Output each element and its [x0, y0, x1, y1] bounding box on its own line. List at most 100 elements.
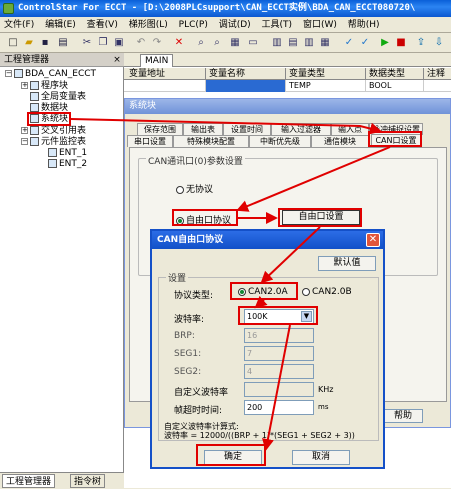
paste-icon[interactable]: ▣ [112, 36, 126, 50]
menu-debug[interactable]: 调试(D) [215, 17, 255, 33]
redo-icon[interactable]: ↷ [150, 36, 164, 50]
new-file-icon[interactable]: □ [6, 36, 20, 50]
ladder-view-icon[interactable]: ▥ [270, 36, 284, 50]
custom-baud-input [244, 382, 314, 397]
tree-root[interactable]: − BDA_CAN_ECCT [5, 69, 96, 80]
chevron-down-icon[interactable]: ▼ [301, 311, 312, 322]
bookmark-icon[interactable]: ▭ [246, 36, 260, 50]
tab-input-filter[interactable]: 输入过滤器 [271, 123, 331, 135]
table-row[interactable]: TEMP BOOL [124, 80, 451, 92]
menu-edit[interactable]: 编辑(E) [41, 17, 80, 33]
download-icon[interactable]: ⇩ [432, 36, 446, 50]
upload-icon[interactable]: ⇪ [414, 36, 428, 50]
tab-input-point[interactable]: 输入点 [331, 123, 369, 135]
seg2-input: 4 [244, 364, 314, 379]
expand-icon[interactable]: + [21, 82, 28, 89]
can-port-group-label: CAN通讯口(0)参数设置 [146, 154, 245, 167]
cell-address[interactable] [126, 80, 206, 92]
replace-icon[interactable]: ⌕ [210, 36, 224, 50]
radio-label: 自由口协议 [186, 216, 232, 226]
radio-selected-icon [176, 216, 184, 225]
panel-tabs: 工程管理器 指令树 [0, 472, 124, 488]
tab-label: 工程管理器 [6, 477, 52, 487]
baud-rate-select[interactable]: 100K ▼ [244, 309, 314, 324]
copy-icon[interactable]: ❐ [96, 36, 110, 50]
project-panel-header: 工程管理器 × [0, 53, 124, 67]
monitor-icon [30, 137, 39, 146]
tab-label: 串口设置 [134, 137, 166, 146]
close-icon[interactable]: ✕ [366, 233, 380, 247]
tree-item-ent1[interactable]: ENT_1 [48, 148, 87, 159]
tree-item-label: 系统块 [41, 114, 69, 124]
monitor-table-icon [48, 148, 57, 157]
tree-item-data-block[interactable]: 数据块 [30, 103, 68, 114]
goto-icon[interactable]: ▦ [228, 36, 242, 50]
cell-data-type[interactable]: BOOL [366, 80, 424, 92]
tree-item-ent2[interactable]: ENT_2 [48, 159, 87, 170]
free-port-settings-button[interactable]: 自由口设置 [282, 210, 360, 225]
tree-item-label: ENT_1 [59, 148, 88, 158]
menu-view[interactable]: 查看(V) [83, 17, 122, 33]
cell-name[interactable] [206, 80, 286, 92]
stl-view-icon[interactable]: ▤ [286, 36, 300, 50]
ok-button[interactable]: 确定 [204, 450, 262, 465]
radio-label: CAN2.0A [248, 287, 288, 297]
cancel-button[interactable]: 取消 [292, 450, 350, 465]
compile-icon[interactable]: ✓ [342, 36, 356, 50]
can-dialog-title: CAN自由口协议 [152, 231, 383, 249]
frame-timeout-input[interactable]: 200 [244, 400, 314, 415]
fbd-view-icon[interactable]: ▥ [302, 36, 316, 50]
menu-plc[interactable]: PLC(P) [175, 17, 212, 33]
tab-special-module[interactable]: 特殊模块配置 [173, 135, 249, 147]
tree-item-program-block[interactable]: + 程序块 [21, 81, 68, 92]
tab-output-table[interactable]: 输出表 [183, 123, 223, 135]
save-icon[interactable]: ▪ [38, 36, 52, 50]
find-icon[interactable]: ⌕ [194, 36, 208, 50]
tree-item-global-vars[interactable]: 全局变量表 [30, 92, 86, 103]
tab-label: 输出表 [191, 125, 215, 134]
tab-can-settings[interactable]: CAN口设置 [371, 134, 421, 147]
tab-save-range[interactable]: 保存范围 [137, 123, 183, 135]
tab-project-manager[interactable]: 工程管理器 [2, 474, 56, 488]
menu-ladder[interactable]: 梯形图(L) [125, 17, 172, 33]
tab-serial-settings[interactable]: 串口设置 [127, 135, 173, 147]
default-values-button[interactable]: 默认值 [318, 256, 376, 271]
tab-interrupt-priority[interactable]: 中断优先级 [249, 135, 311, 147]
menu-file[interactable]: 文件(F) [0, 17, 38, 33]
free-port-radio[interactable]: 自由口协议 [176, 213, 231, 226]
menu-tools[interactable]: 工具(T) [258, 17, 297, 33]
tab-label: 保存范围 [144, 125, 176, 134]
cell-var-type[interactable]: TEMP [286, 80, 366, 92]
tree-item-system-block[interactable]: 系统块 [30, 114, 68, 125]
collapse-icon[interactable]: − [5, 70, 12, 77]
table-view-icon[interactable]: ▦ [318, 36, 332, 50]
stop-icon[interactable]: ■ [394, 36, 408, 50]
frame-timeout-label: 帧超时时间: [174, 406, 223, 416]
cut-icon[interactable]: ✂ [80, 36, 94, 50]
open-folder-icon[interactable]: ▰ [22, 36, 36, 50]
can20b-radio[interactable]: CAN2.0B [302, 287, 352, 297]
delete-icon[interactable]: ✕ [172, 36, 186, 50]
close-icon[interactable]: × [112, 55, 122, 65]
run-icon[interactable]: ▶ [378, 36, 392, 50]
print-icon[interactable]: ▤ [56, 36, 70, 50]
tree-item-monitor-table[interactable]: − 元件监控表 [21, 137, 86, 148]
tab-set-time[interactable]: 设置时间 [223, 123, 271, 135]
tab-label: 输入点 [338, 125, 362, 134]
can20a-radio[interactable]: CAN2.0A [238, 287, 288, 297]
menu-help[interactable]: 帮助(H) [344, 17, 384, 33]
tree-item-cross-ref[interactable]: + 交叉引用表 [21, 126, 86, 137]
help-button[interactable]: 帮助 [383, 409, 423, 423]
tab-comm-module[interactable]: 通信模块 [311, 135, 369, 147]
expand-icon[interactable]: + [21, 127, 28, 134]
compile-all-icon[interactable]: ✓ [358, 36, 372, 50]
menu-window[interactable]: 窗口(W) [299, 17, 341, 33]
tab-instruction-tree[interactable]: 指令树 [70, 474, 106, 488]
cell-comment[interactable] [424, 80, 451, 92]
monitor-table-icon [48, 159, 57, 168]
no-protocol-radio[interactable]: 无协议 [176, 182, 213, 195]
collapse-icon[interactable]: − [21, 138, 28, 145]
undo-icon[interactable]: ↶ [134, 36, 148, 50]
tab-label: 输入过滤器 [281, 125, 321, 134]
tab-main[interactable]: MAIN [140, 54, 174, 67]
